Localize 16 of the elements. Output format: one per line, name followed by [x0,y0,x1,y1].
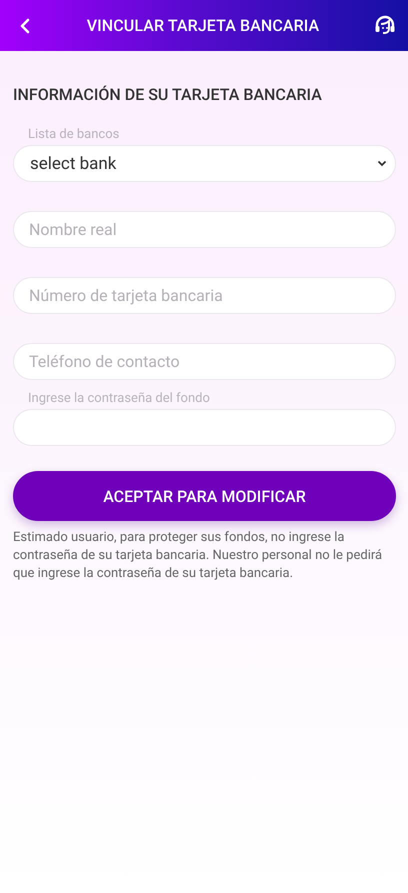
password-field[interactable] [13,409,396,446]
back-button[interactable] [18,16,32,36]
section-title: INFORMACIÓN DE SU TARJETA BANCARIA [13,85,323,104]
chevron-down-icon [377,160,387,167]
input-field[interactable]: Nombre real [13,211,396,248]
input-field[interactable]: Teléfono de contacto [13,343,396,380]
page-title: VINCULAR TARJETA BANCARIA [86,16,320,35]
field-label: Ingrese la contraseña del fondo [28,391,210,406]
submit-button[interactable]: ACEPTAR PARA MODIFICAR [13,471,396,521]
bank-select[interactable]: select bank [13,145,396,182]
support-button[interactable] [374,14,396,36]
back-icon [18,16,32,36]
field-label: Lista de bancos [28,127,120,142]
headset-icon [374,14,396,36]
input-field[interactable]: Número de tarjeta bancaria [13,277,396,314]
notice-text: Estimado usuario, para proteger sus fondos, no ingrese la contraseña de su tarjeta bancaria. Nuestro personal no le pedirá que ingrese la contraseña de su tarjeta bancaria. [13,529,384,583]
